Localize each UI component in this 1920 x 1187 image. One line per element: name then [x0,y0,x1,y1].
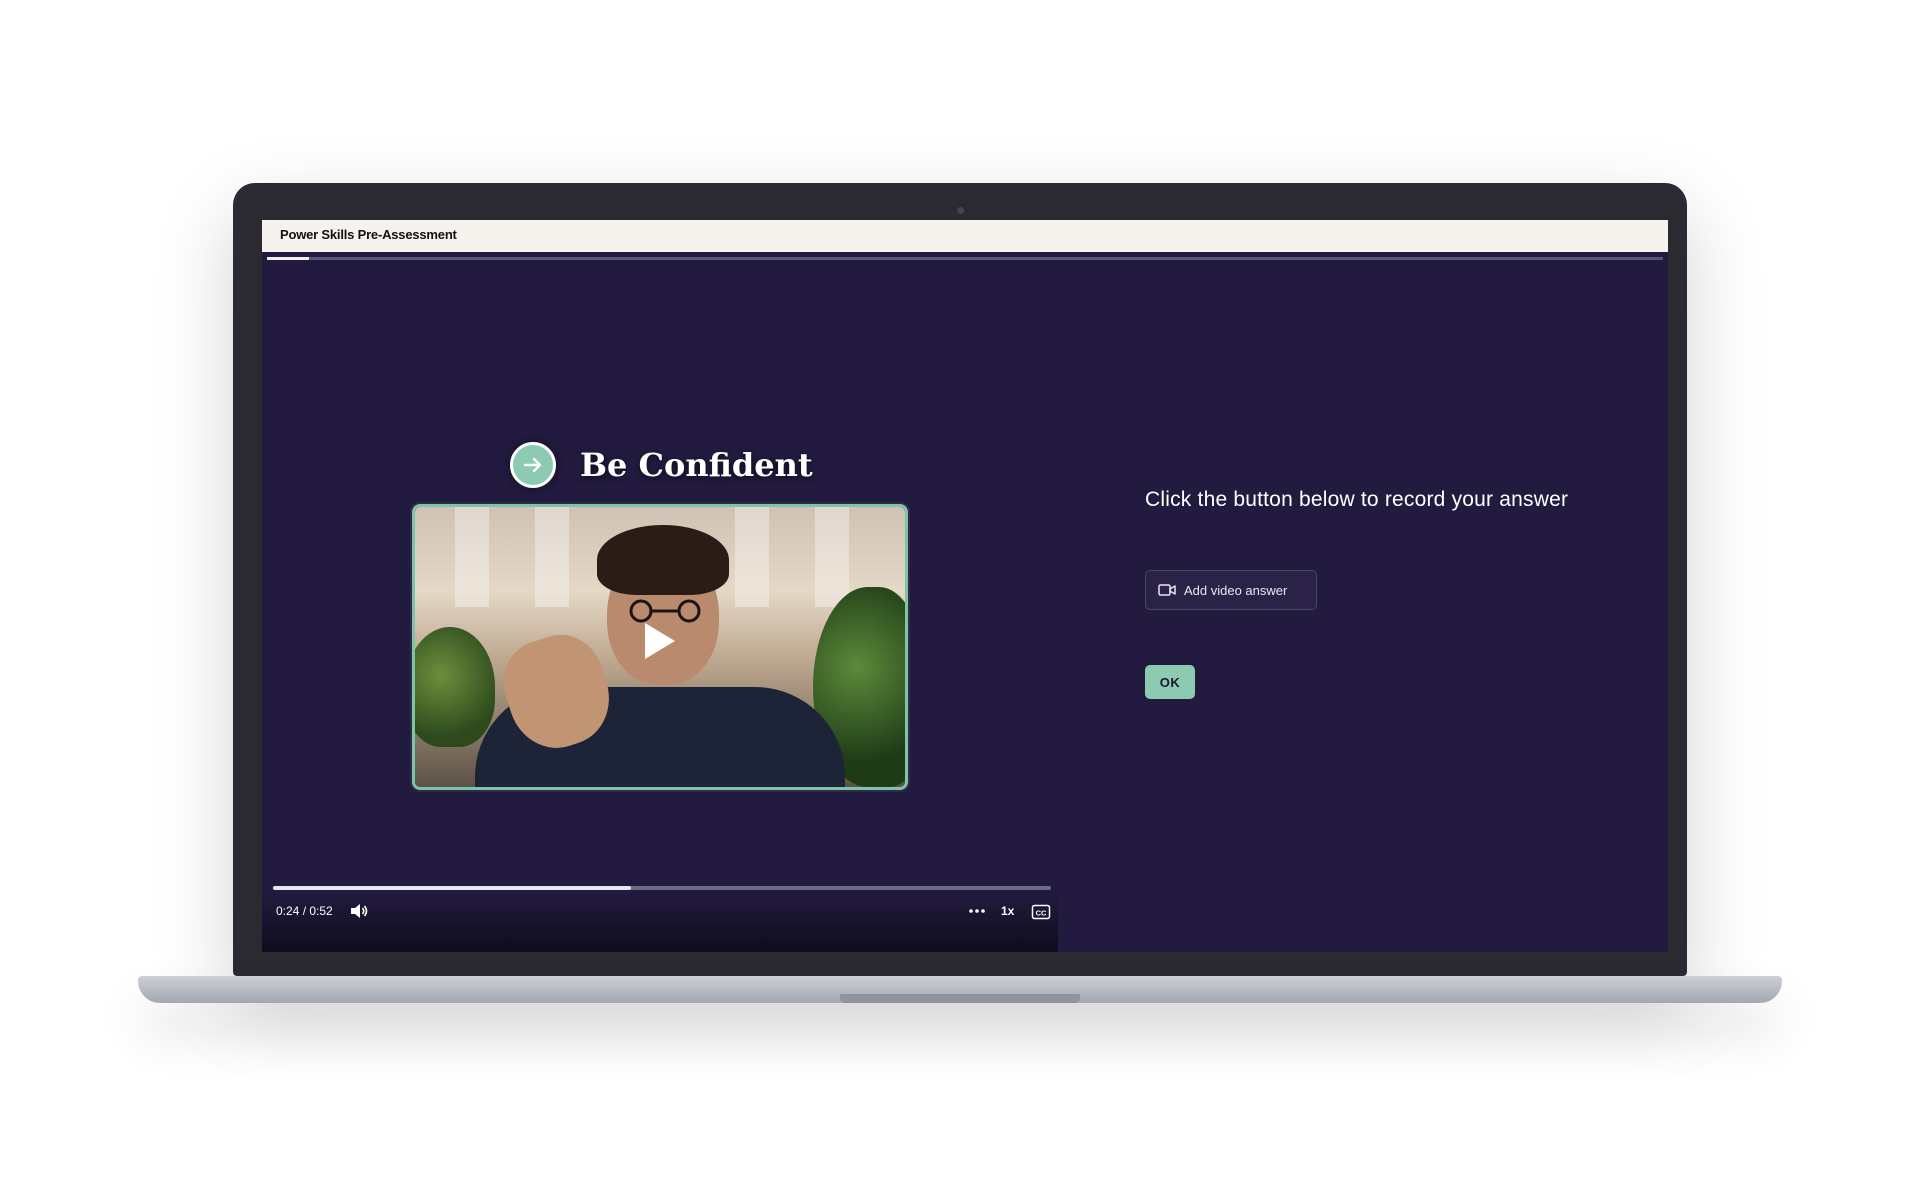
arrow-right-circle-icon [510,442,556,488]
ceiling-light [455,507,489,607]
ceiling-light [735,507,769,607]
plant-left [415,627,495,747]
laptop-base [138,976,1782,1003]
add-video-answer-button[interactable]: Add video answer [1145,570,1317,610]
video-thumbnail[interactable] [412,504,908,790]
play-icon[interactable] [633,615,685,667]
video-scrubber-fill [273,886,631,890]
playback-speed-button[interactable]: 1x [1001,904,1014,918]
video-title: Be Confident [580,446,813,484]
volume-icon[interactable] [348,900,370,922]
video-player: Be Confident 0:24 / 0:52 1x CC [262,260,1058,952]
laptop-notch [840,994,1080,1003]
app-header: Power Skills Pre-Assessment [262,220,1668,252]
speaker-hair [597,525,729,595]
svg-text:CC: CC [1036,909,1047,918]
video-camera-icon [1158,584,1176,596]
closed-captions-icon[interactable]: CC [1030,901,1052,923]
ceiling-light [535,507,569,607]
ceiling-light [815,507,849,607]
app-title: Power Skills Pre-Assessment [280,227,457,242]
laptop-lid: Power Skills Pre-Assessment Be Confident [233,183,1687,976]
video-controls: 0:24 / 0:52 1x CC [262,892,1058,952]
answer-prompt: Click the button below to record your an… [1145,488,1569,511]
ok-button[interactable]: OK [1145,665,1195,699]
app-screen: Power Skills Pre-Assessment Be Confident [262,220,1668,952]
video-time: 0:24 / 0:52 [276,904,333,918]
laptop-mockup: Power Skills Pre-Assessment Be Confident [0,0,1920,1187]
answer-panel: Click the button below to record your an… [1058,260,1668,952]
video-scrubber[interactable] [273,886,1051,890]
webcam-dot [957,207,964,214]
more-horizontal-icon[interactable] [966,900,988,922]
video-heading: Be Confident [510,442,813,488]
add-video-answer-label: Add video answer [1184,582,1288,598]
